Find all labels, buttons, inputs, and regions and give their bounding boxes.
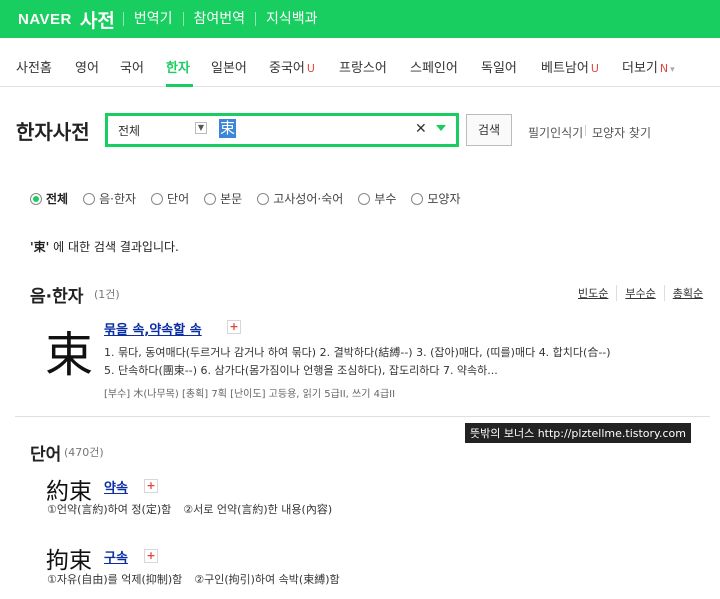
filter-idiom[interactable]: 고사성어·숙어 <box>257 190 343 207</box>
handwriting-recognizer-link[interactable]: 필기인식기 <box>528 124 583 141</box>
result-message-text: 에 대한 검색 결과입니다. <box>49 240 179 254</box>
word-definitions: ①자유(自由)를 억제(抑制)함 ②구인(拘引)하여 속박(束縛)함 <box>47 573 340 586</box>
autocomplete-toggle-icon[interactable] <box>436 125 446 131</box>
top-link-encyclopedia[interactable]: 지식백과 <box>255 12 328 26</box>
divider <box>585 125 586 136</box>
result-message: '束' 에 대한 검색 결과입니다. <box>30 238 179 255</box>
new-mark-icon: N <box>659 62 669 75</box>
radio-icon <box>83 192 96 205</box>
section-count-hanja: (1건) <box>94 288 120 301</box>
nav-item-spanish[interactable]: 스페인어 <box>410 57 458 76</box>
filter-word[interactable]: 단어 <box>151 190 189 207</box>
result-query: '束' <box>30 240 50 254</box>
section-title-word: 단어 <box>30 445 62 465</box>
nav-item-more-label: 더보기 <box>622 61 658 76</box>
sort-strokes[interactable]: 총획순 <box>663 285 711 301</box>
dictionary-service-title[interactable]: 사전 <box>80 6 115 33</box>
scope-select[interactable]: 전체 <box>118 122 140 139</box>
filter-all[interactable]: 전체 <box>30 190 68 207</box>
sort-radical[interactable]: 부수순 <box>616 285 663 301</box>
nav-item-vietnamese-label: 베트남어 <box>541 61 589 76</box>
hanja-meta: [부수] 木(나무목) [총획] 7획 [난이도] 고등용, 읽기 5급II, … <box>104 389 396 400</box>
radio-icon <box>204 192 217 205</box>
nav-item-japanese[interactable]: 일본어 <box>211 57 247 76</box>
section-divider <box>15 416 710 417</box>
nav-item-hanja[interactable]: 한자 <box>166 57 190 76</box>
chevron-down-icon[interactable]: ▼ <box>195 122 207 134</box>
nav-item-vietnamese[interactable]: 베트남어 U <box>541 57 599 76</box>
nav-item-chinese-label: 중국어 <box>269 61 305 76</box>
add-to-wordbook-button[interactable]: + <box>144 549 158 563</box>
definition-line: 5. 단속하다(團束--) 6. 삼가다(몸가짐이나 언행을 조심하다), 잡도… <box>104 364 498 377</box>
language-nav: 사전홈 영어 국어 한자 일본어 중국어 U 프랑스어 스페인어 독일어 베트남어… <box>0 38 720 87</box>
nav-item-german[interactable]: 독일어 <box>481 57 517 76</box>
search-button[interactable]: 검색 <box>466 114 512 146</box>
radio-checked-icon <box>30 192 42 205</box>
word-reading-link[interactable]: 약속 <box>104 477 128 496</box>
radio-icon <box>257 192 270 205</box>
add-to-wordbook-button[interactable]: + <box>144 479 158 493</box>
update-mark-icon: U <box>590 62 599 75</box>
chevron-down-icon: ▾ <box>670 65 675 75</box>
definition-line: 1. 묶다, 동여매다(두르거나 감거나 하여 묶다) 2. 결박하다(結縛--… <box>104 346 611 359</box>
naver-logo[interactable]: NAVER <box>18 11 72 28</box>
page-title: 한자사전 <box>16 120 90 144</box>
filter-radios: 전체 음·한자 단어 본문 고사성어·숙어 부수 모양자 <box>30 190 476 207</box>
word-reading-link[interactable]: 구속 <box>104 547 128 566</box>
nav-item-dict-home[interactable]: 사전홈 <box>16 57 52 76</box>
nav-item-korean[interactable]: 국어 <box>120 57 144 76</box>
update-mark-icon: U <box>306 62 315 75</box>
active-tab-underline <box>166 84 193 87</box>
radio-icon <box>411 192 424 205</box>
radio-icon <box>358 192 371 205</box>
sort-links: 빈도순 부수순 총획순 <box>578 285 711 301</box>
hanja-definitions: 1. 묶다, 동여매다(두르거나 감거나 하여 묶다) 2. 결박하다(結縛--… <box>104 344 704 380</box>
shape-search-link[interactable]: 모양자 찾기 <box>592 124 651 141</box>
nav-item-english[interactable]: 영어 <box>75 57 99 76</box>
radio-icon <box>151 192 164 205</box>
top-link-translator[interactable]: 번역기 <box>122 12 183 26</box>
filter-body[interactable]: 본문 <box>204 190 242 207</box>
watermark: 뜻밖의 보너스 http://plztellme.tistory.com <box>465 423 691 443</box>
hanja-character[interactable]: 束 <box>45 315 93 385</box>
section-count-word: (470건) <box>64 446 104 459</box>
filter-shape[interactable]: 모양자 <box>411 190 461 207</box>
nav-item-chinese[interactable]: 중국어 U <box>269 57 315 76</box>
add-to-wordbook-button[interactable]: + <box>227 320 241 334</box>
top-bar: NAVER 사전 번역기 참여번역 지식백과 <box>0 0 720 38</box>
nav-item-more[interactable]: 더보기 N ▾ <box>622 57 675 76</box>
filter-sound-hanja[interactable]: 음·한자 <box>83 190 136 207</box>
close-icon[interactable]: ✕ <box>415 121 427 137</box>
nav-item-french[interactable]: 프랑스어 <box>339 57 387 76</box>
word-definitions: ①언약(言約)하여 정(定)함 ②서로 언약(言約)한 내용(內容) <box>47 503 333 516</box>
word-hanja[interactable]: 拘束 <box>46 541 92 575</box>
search-box: 전체 ▼ 束 ✕ <box>105 113 459 147</box>
top-links: 번역기 참여번역 지식백과 <box>122 12 328 26</box>
hanja-meaning-link[interactable]: 묶을 속,약속할 속 <box>104 319 202 338</box>
search-input[interactable]: 束 <box>219 119 237 138</box>
section-title-hanja: 음·한자 <box>30 287 84 307</box>
top-link-participation[interactable]: 참여번역 <box>182 12 256 26</box>
sort-frequency[interactable]: 빈도순 <box>578 285 616 301</box>
filter-radical[interactable]: 부수 <box>358 190 396 207</box>
